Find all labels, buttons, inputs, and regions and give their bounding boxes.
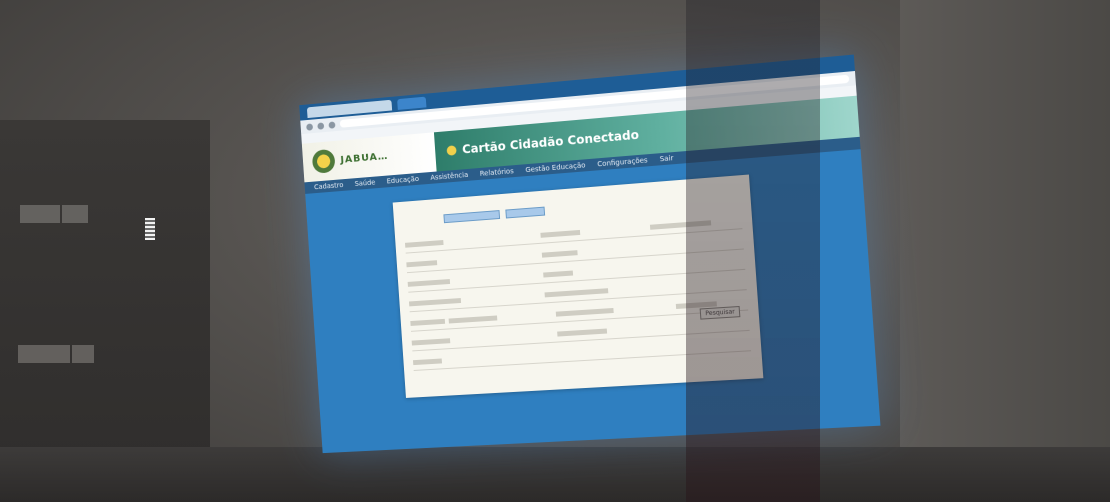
forward-icon[interactable]	[317, 121, 325, 130]
menu-item-cadastro[interactable]: Cadastro	[314, 181, 344, 191]
photo: JABUA… Cartão Cidadão Conectado Cadastro…	[0, 0, 1110, 502]
reload-icon[interactable]	[328, 120, 336, 129]
form-tab-primary[interactable]	[443, 210, 501, 224]
city-name: JABUA…	[340, 150, 389, 166]
form-tab-secondary[interactable]	[505, 206, 546, 219]
menu-item-saude[interactable]: Saúde	[354, 179, 375, 188]
city-seal-icon	[311, 148, 336, 174]
new-tab-button[interactable]	[397, 96, 427, 110]
search-button[interactable]: Pesquisar	[699, 305, 741, 320]
projected-screen: JABUA… Cartão Cidadão Conectado Cadastro…	[299, 54, 881, 454]
form-panel: Pesquisar	[392, 174, 764, 398]
storage-shelf	[0, 120, 210, 500]
menu-item-relatorios[interactable]: Relatórios	[480, 167, 514, 178]
menu-item-educacao[interactable]: Educação	[386, 175, 419, 185]
floor	[0, 447, 1110, 502]
content-area: Pesquisar	[305, 149, 880, 453]
menu-item-sair[interactable]: Sair	[659, 154, 673, 163]
app-title: Cartão Cidadão Conectado	[461, 127, 640, 157]
room-right-wall	[900, 0, 1110, 502]
card-icon	[446, 145, 457, 156]
sticker	[145, 218, 155, 240]
form-tabs	[443, 206, 546, 224]
back-icon[interactable]	[306, 122, 314, 131]
